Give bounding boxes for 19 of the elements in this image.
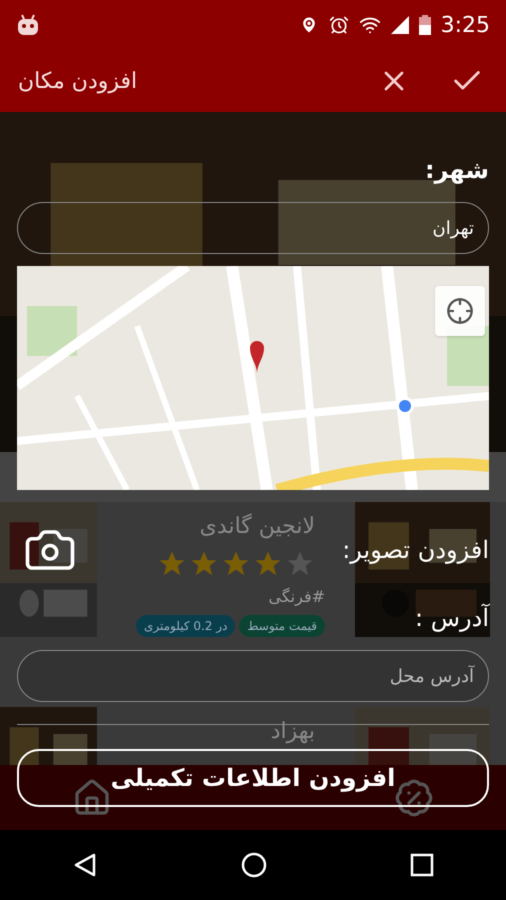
app-bar-title: افزودن مکان (18, 68, 138, 96)
restaurant-name: لانجین گاندی (200, 512, 315, 541)
alarm-icon (328, 15, 349, 35)
discount-icon (394, 778, 434, 818)
home-button-icon[interactable] (240, 852, 267, 878)
status-time: 3:25 (440, 12, 490, 40)
info-badge: در 0.2 کیلومتری (136, 615, 236, 637)
restaurant-name: بهزاد (270, 718, 315, 746)
address-label: آدرس : (415, 602, 489, 634)
cuisine-tag: #فرنگی (268, 585, 325, 609)
info-badge: قیمت متوسط (239, 615, 325, 637)
image-label: افزودن تصویر: (342, 535, 489, 566)
add-details-button[interactable]: افزودن اطلاعات تکمیلی (17, 749, 489, 807)
back-icon[interactable] (72, 852, 98, 878)
recents-icon[interactable] (410, 853, 434, 877)
android-icon (16, 14, 40, 36)
address-field[interactable]: آدرس محل (17, 650, 489, 702)
signal-icon (390, 16, 409, 34)
battery-icon (418, 15, 431, 35)
